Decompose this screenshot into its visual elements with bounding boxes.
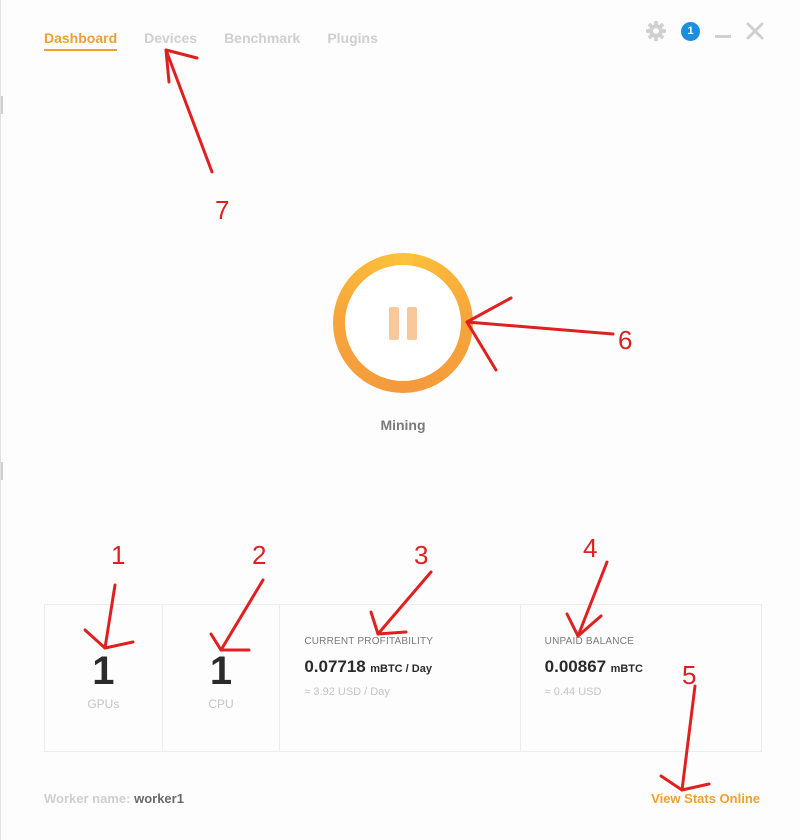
worker-label: Worker name: [44,791,131,806]
profitability-usd: ≈ 3.92 USD / Day [304,686,390,698]
cpu-stat: 1 CPU [163,605,281,751]
annotation-arrowhead-7 [164,48,199,84]
profitability-title: CURRENT PROFITABILITY [304,636,434,647]
annotation-arrow-7 [164,48,214,174]
gpu-stat: 1 GPUs [45,605,163,751]
pause-bar [407,306,417,340]
tab-devices[interactable]: Devices [144,30,197,51]
balance-title: UNPAID BALANCE [544,636,634,647]
app-window: Dashboard Devices Benchmark Plugins 1 Mi… [0,0,800,840]
close-icon[interactable] [746,22,764,40]
annotation-number-2: 2 [252,540,267,570]
pause-bar [389,306,399,340]
main-nav: Dashboard Devices Benchmark Plugins [44,30,378,51]
profitability-unit: mBTC / Day [370,663,432,675]
annotation-arrow-6 [465,320,615,336]
worker-value: worker1 [134,791,184,806]
tab-benchmark[interactable]: Benchmark [224,30,300,51]
pause-icon [345,265,461,381]
mining-toggle-button[interactable] [333,253,473,393]
annotation-number-5: 5 [682,660,697,690]
gpu-count: 1 [92,649,115,693]
worker-name: Worker name: worker1 [44,791,184,806]
mining-status: Mining [380,417,426,433]
cpu-label: CPU [208,697,234,711]
cpu-count: 1 [209,649,233,693]
annotation-arrowhead-6 [465,296,513,372]
balance-stat: UNPAID BALANCE 0.00867 mBTC ≈ 0.44 USD [521,605,761,751]
annotation-number-7: 7 [215,195,230,225]
balance-value: 0.00867 [544,657,607,676]
balance-usd: ≈ 0.44 USD [544,686,602,698]
annotation-number-1: 1 [111,540,126,570]
profitability-stat: CURRENT PROFITABILITY 0.07718 mBTC / Day… [280,605,521,751]
stats-panel: 1 GPUs 1 CPU CURRENT PROFITABILITY 0.077… [44,604,762,752]
gpu-label: GPUs [87,697,120,711]
balance-value-row: 0.00867 mBTC [545,657,643,677]
balance-unit: mBTC [610,663,643,675]
annotation-number-6: 6 [618,325,633,355]
profitability-value: 0.07718 [304,657,366,676]
tab-dashboard[interactable]: Dashboard [44,30,118,51]
annotation-number-3: 3 [414,540,429,570]
annotation-arrowhead-5 [659,774,711,792]
minimize-icon[interactable] [714,22,732,40]
window-edge-mark [1,96,3,114]
view-stats-online-link[interactable]: View Stats Online [651,791,760,806]
window-edge-mark [1,462,3,480]
profitability-value-row: 0.07718 mBTC / Day [304,657,432,677]
gear-icon[interactable] [645,20,667,42]
annotation-number-4: 4 [583,533,598,563]
tab-plugins[interactable]: Plugins [327,30,378,51]
notification-badge[interactable]: 1 [681,21,700,41]
window-controls: 1 [645,20,764,42]
